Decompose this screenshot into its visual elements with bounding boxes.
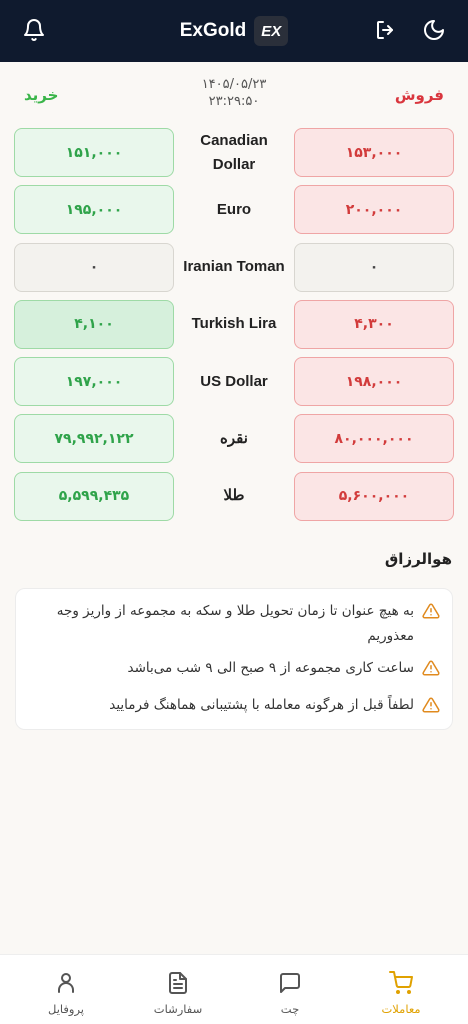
- notice-text: ساعت کاری مجموعه از ۹ صبح الی ۹ شب می‌با…: [127, 660, 414, 676]
- nav-chat-label: چت: [280, 1002, 300, 1016]
- bottom-nav: پروفایل سفارشات چت معاملات: [0, 954, 468, 1024]
- currency-name: Turkish Lira: [191, 315, 277, 333]
- nav-chat[interactable]: چت: [250, 969, 330, 1016]
- price-row-try: ۴,۱۰۰ Turkish Lira ۴,۳۰۰: [0, 298, 468, 355]
- prices-header: خرید ۱۴۰۵/۰۵/۲۳ ۲۳:۲۹:۵۰ فروش: [0, 62, 468, 120]
- buy-price-button[interactable]: ۵,۵۹۹,۴۳۵: [14, 471, 174, 521]
- price-row-eur: ۱۹۵,۰۰۰ Euro ۲۰۰,۰۰۰: [0, 183, 468, 240]
- price-row-gold: ۵,۵۹۹,۴۳۵ طلا ۵,۶۰۰,۰۰۰: [0, 470, 468, 527]
- moon-icon[interactable]: [422, 18, 446, 46]
- notice-text: لطفاً قبل از هرگونه معامله با پشتیبانی ه…: [109, 697, 414, 713]
- nav-trades[interactable]: معاملات: [361, 969, 441, 1016]
- currency-name: طلا: [223, 487, 245, 505]
- price-table: ۱۵۱,۰۰۰ Canadian Dollar ۱۵۳,۰۰۰ ۱۹۵,۰۰۰ …: [0, 126, 468, 527]
- nav-trades-label: معاملات: [381, 1002, 421, 1016]
- sell-column-label: فروش: [394, 86, 444, 104]
- merchant-title: هوالرزاق: [384, 550, 452, 568]
- sell-price-button[interactable]: ۵,۶۰۰,۰۰۰: [294, 471, 454, 521]
- price-row-irt: ۰ Iranian Toman ۰: [0, 241, 468, 298]
- sell-price-button[interactable]: ۱۹۸,۰۰۰: [294, 357, 454, 407]
- chat-icon: [250, 969, 330, 997]
- brand: ExGold EX: [180, 16, 289, 46]
- warning-icon: [422, 696, 440, 723]
- buy-price-button[interactable]: ۷۹,۹۹۲,۱۲۲: [14, 414, 174, 464]
- price-row-silver: ۷۹,۹۹۲,۱۲۲ نقره ۸۰,۰۰۰,۰۰۰: [0, 412, 468, 469]
- price-row-cad: ۱۵۱,۰۰۰ Canadian Dollar ۱۵۳,۰۰۰: [0, 126, 468, 183]
- bell-icon[interactable]: [22, 18, 46, 46]
- sell-price-button[interactable]: ۱۵۳,۰۰۰: [294, 128, 454, 177]
- buy-price-button[interactable]: ۱۵۱,۰۰۰: [14, 128, 174, 177]
- nav-orders-label: سفارشات: [153, 1002, 203, 1016]
- currency-name: Euro: [216, 200, 252, 218]
- brand-logo: EX: [254, 16, 289, 46]
- warning-icon: [422, 659, 440, 686]
- notice-item: لطفاً قبل از هرگونه معامله با پشتیبانی ه…: [28, 693, 440, 723]
- notice-item: به هیچ عنوان تا زمان تحویل طلا و سکه به …: [28, 599, 440, 649]
- notice-box: به هیچ عنوان تا زمان تحویل طلا و سکه به …: [15, 588, 453, 730]
- sell-price-button[interactable]: ۴,۳۰۰: [294, 299, 454, 349]
- nav-orders[interactable]: سفارشات: [138, 969, 218, 1016]
- brand-name: ExGold: [179, 20, 247, 41]
- buy-price-button[interactable]: ۴,۱۰۰: [14, 299, 174, 349]
- price-row-usd: ۱۹۷,۰۰۰ US Dollar ۱۹۸,۰۰۰: [0, 355, 468, 412]
- sell-price-button[interactable]: ۰: [294, 242, 454, 292]
- currency-name: Canadian Dollar: [200, 131, 268, 173]
- currency-name: نقره: [220, 429, 248, 447]
- top-bar: ExGold EX: [0, 0, 468, 62]
- brand-logo-text: EX: [261, 22, 282, 40]
- currency-name: US Dollar: [200, 372, 268, 390]
- nav-profile[interactable]: پروفایل: [26, 969, 106, 1016]
- sell-price-button[interactable]: ۸۰,۰۰۰,۰۰۰: [294, 414, 454, 464]
- logout-icon[interactable]: [374, 18, 398, 46]
- warning-icon: [422, 602, 440, 629]
- cart-icon: [361, 969, 441, 997]
- notice-item: ساعت کاری مجموعه از ۹ صبح الی ۹ شب می‌با…: [28, 656, 440, 686]
- buy-price-button[interactable]: ۱۹۷,۰۰۰: [14, 357, 174, 407]
- buy-price-button[interactable]: ۱۹۵,۰۰۰: [14, 185, 174, 235]
- user-icon: [26, 969, 106, 997]
- nav-profile-label: پروفایل: [47, 1002, 84, 1016]
- buy-price-button[interactable]: ۰: [14, 242, 174, 292]
- currency-name: Iranian Toman: [183, 258, 285, 276]
- document-icon: [138, 969, 218, 997]
- notice-text: به هیچ عنوان تا زمان تحویل طلا و سکه به …: [56, 603, 414, 644]
- sell-price-button[interactable]: ۲۰۰,۰۰۰: [294, 185, 454, 235]
